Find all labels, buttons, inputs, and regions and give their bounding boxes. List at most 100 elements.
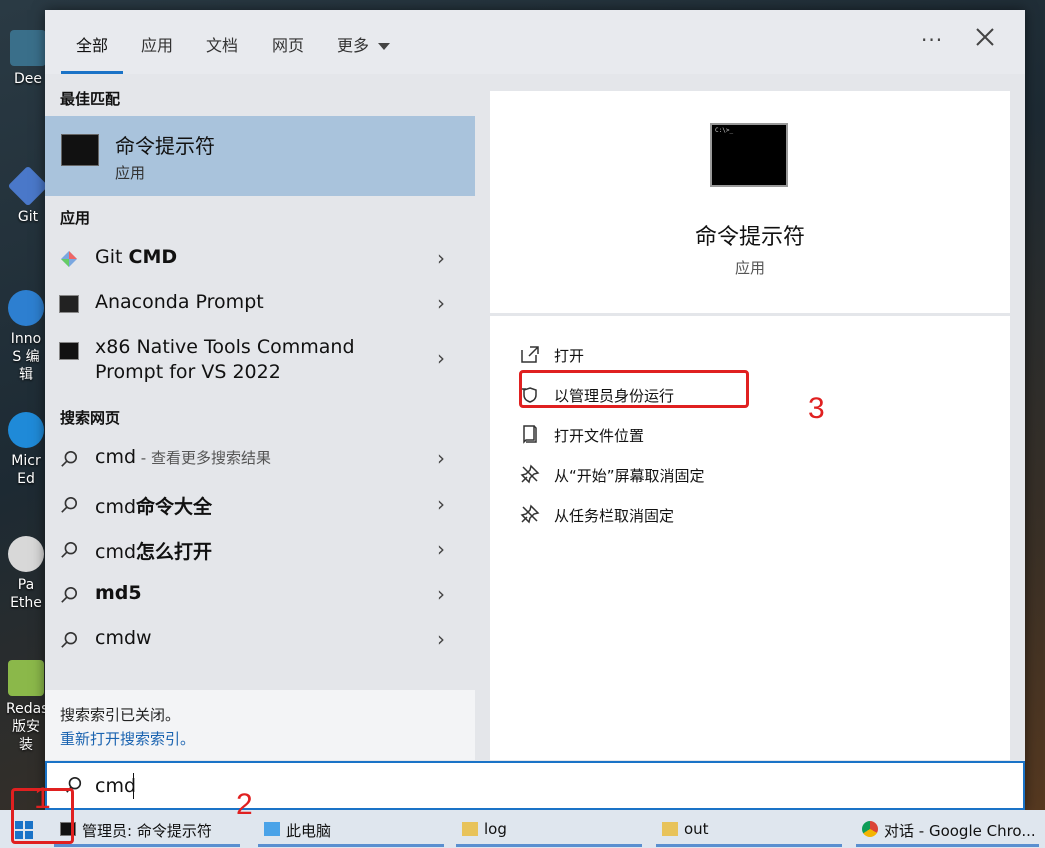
best-match-name: 命令提示符: [115, 134, 215, 158]
inno-setup-icon: [8, 290, 44, 326]
detail-kind: 应用: [734, 259, 765, 277]
desktop-icon-inno[interactable]: Inno S 编辑: [6, 290, 46, 384]
tab-more[interactable]: 更多: [337, 32, 391, 56]
web-item[interactable]: cmdw ›: [45, 619, 475, 661]
tab-documents[interactable]: 文档: [206, 32, 238, 56]
index-off-text: 搜索索引已关闭。: [60, 706, 181, 724]
desktop-icon-label: Pa Ethe: [10, 577, 42, 611]
taskbar-item-label: 此电脑: [286, 822, 332, 840]
app-item-label-line2: Prompt for VS 2022: [95, 361, 281, 383]
search-icon: [61, 631, 78, 648]
web-search-heading: 搜索网页: [60, 409, 121, 427]
desktop-icon-dee[interactable]: Dee: [6, 30, 50, 88]
open-icon: [521, 346, 539, 363]
folder-icon: [662, 822, 678, 836]
desktop-icon-redis[interactable]: Redas 版安装: [6, 660, 46, 754]
web-item[interactable]: cmd - 查看更多搜索结果 ›: [45, 438, 475, 480]
chevron-down-icon: [378, 43, 391, 50]
taskbar-item-label: 对话 - Google Chro...: [884, 822, 1036, 840]
running-indicator: [54, 844, 240, 847]
web-item[interactable]: cmd命令大全 ›: [45, 484, 475, 526]
chrome-icon: [862, 821, 878, 837]
search-icon: [61, 586, 78, 603]
taskbar-item-label: 管理员: 命令提示符: [82, 822, 212, 840]
tab-web[interactable]: 网页: [272, 32, 304, 56]
action-open-file-location[interactable]: 打开文件位置: [520, 420, 780, 450]
web-item[interactable]: md5 ›: [45, 574, 475, 616]
search-icon: [61, 496, 78, 513]
app-item-label-line1: x86 Native Tools Command: [95, 336, 355, 358]
web-item[interactable]: cmd怎么打开 ›: [45, 529, 475, 571]
search-icon: [61, 450, 78, 467]
desktop-icon-label: Micr Ed: [11, 453, 41, 487]
taskbar-item-label: out: [684, 820, 709, 838]
action-label: 从任务栏取消固定: [554, 507, 675, 525]
running-indicator: [258, 844, 444, 847]
action-unpin-start[interactable]: 从“开始”屏幕取消固定: [520, 460, 780, 490]
app-icon: [8, 536, 44, 572]
close-icon[interactable]: [974, 26, 996, 48]
running-indicator: [456, 844, 642, 847]
search-query: cmd: [95, 775, 137, 797]
folder-icon: [462, 822, 478, 836]
desktop-icon-label: Dee: [13, 71, 42, 87]
unpin-icon: [520, 464, 540, 484]
action-label: 打开: [554, 347, 585, 365]
more-options-icon[interactable]: ···: [921, 28, 943, 52]
chevron-right-icon[interactable]: ›: [437, 492, 445, 516]
best-match-heading: 最佳匹配: [60, 90, 121, 108]
detail-header: C:\>_ 命令提示符 应用: [490, 91, 1010, 313]
web-item-label: cmd怎么打开: [95, 541, 213, 563]
action-open[interactable]: 打开: [520, 340, 780, 370]
running-indicator: [856, 844, 1039, 847]
command-prompt-icon: C:\>_: [710, 123, 788, 187]
tab-all[interactable]: 全部: [76, 32, 108, 56]
unpin-icon: [520, 504, 540, 524]
file-location-icon: [523, 425, 537, 444]
app-icon: [8, 660, 44, 696]
tab-apps[interactable]: 应用: [141, 32, 173, 56]
filter-tab-bar: 全部 应用 文档 网页 更多 ···: [45, 10, 1025, 74]
app-item-anaconda-prompt[interactable]: Anaconda Prompt ›: [45, 283, 475, 325]
app-item-git-cmd[interactable]: Git CMD ›: [45, 238, 475, 280]
desktop-icon-label: Git: [17, 209, 39, 225]
reenable-index-link[interactable]: 重新打开搜索索引。: [60, 728, 195, 749]
action-unpin-taskbar[interactable]: 从任务栏取消固定: [520, 500, 780, 530]
text-caret: [133, 773, 134, 799]
computer-icon: [264, 822, 280, 836]
terminal-icon: [59, 295, 79, 313]
search-icon: [61, 541, 78, 558]
chevron-right-icon[interactable]: ›: [437, 537, 445, 561]
app-icon: [10, 30, 46, 66]
search-panel: 全部 应用 文档 网页 更多 ··· 最佳匹配 命令提示符 应用 应用 Git …: [45, 10, 1025, 810]
taskbar-item-label: log: [484, 820, 507, 838]
desktop-icon-label: Redas 版安装: [6, 701, 46, 753]
app-item-label: Anaconda Prompt: [95, 291, 264, 313]
search-input[interactable]: cmd: [45, 761, 1025, 810]
edge-icon: [8, 412, 44, 448]
annotation-number: 1: [34, 782, 51, 815]
annotation-number: 3: [808, 392, 825, 425]
terminal-icon: [59, 342, 79, 360]
command-prompt-icon: [61, 134, 99, 166]
desktop-icon-label: Inno S 编辑: [10, 331, 42, 383]
desktop-icon-paether[interactable]: Pa Ethe: [6, 536, 46, 612]
chevron-right-icon[interactable]: ›: [437, 246, 445, 270]
chevron-right-icon[interactable]: ›: [437, 446, 445, 470]
taskbar: 管理员: 命令提示符 此电脑 log out 对话 - Google Chro.…: [0, 810, 1045, 848]
app-item-label: Git CMD: [95, 246, 178, 268]
best-match-result[interactable]: 命令提示符 应用: [45, 116, 475, 196]
web-item-label: cmd命令大全: [95, 496, 213, 518]
web-item-label: cmd - 查看更多搜索结果: [95, 446, 271, 468]
desktop-icon-git[interactable]: Git: [6, 165, 50, 226]
desktop-icon-edge[interactable]: Micr Ed: [6, 412, 46, 488]
chevron-right-icon[interactable]: ›: [437, 582, 445, 606]
app-item-x86-native-tools[interactable]: x86 Native Tools Command Prompt for VS 2…: [45, 328, 475, 386]
action-label: 从“开始”屏幕取消固定: [554, 467, 705, 485]
chevron-right-icon[interactable]: ›: [437, 291, 445, 315]
tab-more-label: 更多: [337, 36, 370, 55]
annotation-number: 2: [236, 788, 253, 821]
apps-heading: 应用: [60, 209, 91, 227]
chevron-right-icon[interactable]: ›: [437, 627, 445, 651]
chevron-right-icon[interactable]: ›: [437, 346, 445, 370]
